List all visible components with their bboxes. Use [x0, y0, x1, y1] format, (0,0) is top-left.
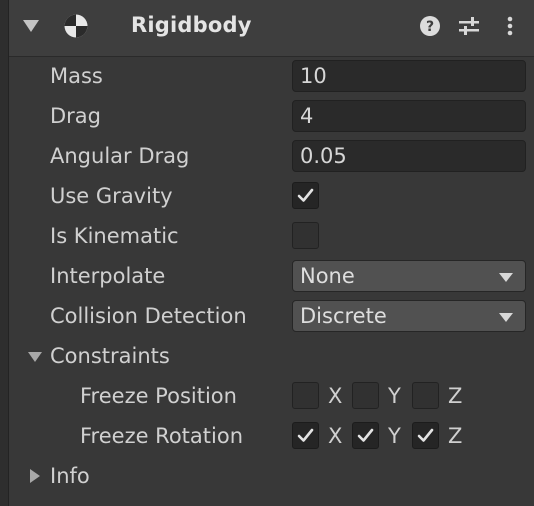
use-gravity-checkbox[interactable]: [292, 182, 319, 209]
freeze-position-y-checkbox[interactable]: [352, 382, 379, 409]
checkmark-icon: [417, 428, 434, 442]
mass-field[interactable]: 10: [292, 60, 526, 92]
rigidbody-icon: [63, 13, 89, 39]
component-title: Rigidbody: [131, 13, 252, 37]
chevron-down-icon: [499, 313, 513, 322]
freeze-rotation-label: Freeze Rotation: [80, 424, 244, 448]
drag-field[interactable]: 4: [292, 100, 526, 132]
constraints-label[interactable]: Constraints: [50, 344, 170, 368]
drag-value: 4: [300, 104, 314, 128]
rigidbody-inspector: Rigidbody ? Mass 10 Drag 4 Angular Drag …: [0, 0, 534, 506]
mass-label: Mass: [50, 64, 103, 88]
interpolate-label: Interpolate: [50, 264, 166, 288]
checkmark-icon: [297, 188, 314, 202]
freeze-position-z-label: Z: [448, 384, 463, 408]
freeze-position-label: Freeze Position: [80, 384, 237, 408]
freeze-rotation-y-checkbox[interactable]: [352, 422, 379, 449]
freeze-rotation-x-checkbox[interactable]: [292, 422, 319, 449]
constraints-foldout-icon[interactable]: [28, 352, 42, 362]
freeze-position-x-checkbox[interactable]: [292, 382, 319, 409]
checkmark-icon: [297, 428, 314, 442]
freeze-rotation-y-label: Y: [388, 424, 401, 448]
collision-detection-value: Discrete: [300, 304, 387, 328]
freeze-position-y-label: Y: [388, 384, 401, 408]
collision-detection-label: Collision Detection: [50, 304, 247, 328]
info-foldout-icon[interactable]: [30, 469, 40, 483]
use-gravity-label: Use Gravity: [50, 184, 173, 208]
chevron-down-icon: [499, 273, 513, 282]
mass-value: 10: [300, 64, 327, 88]
interpolate-value: None: [300, 264, 355, 288]
svg-text:?: ?: [426, 19, 434, 35]
freeze-position-z-checkbox[interactable]: [412, 382, 439, 409]
is-kinematic-label: Is Kinematic: [50, 224, 179, 248]
is-kinematic-checkbox[interactable]: [292, 222, 319, 249]
angular-drag-value: 0.05: [300, 144, 347, 168]
info-label[interactable]: Info: [50, 464, 90, 488]
freeze-position-x-label: X: [328, 384, 343, 408]
collision-detection-dropdown[interactable]: Discrete: [292, 300, 526, 332]
freeze-rotation-z-checkbox[interactable]: [412, 422, 439, 449]
checkmark-icon: [357, 428, 374, 442]
angular-drag-label: Angular Drag: [50, 144, 190, 168]
freeze-rotation-z-label: Z: [448, 424, 463, 448]
help-icon[interactable]: ?: [419, 15, 441, 37]
component-header[interactable]: Rigidbody ?: [9, 0, 534, 57]
freeze-rotation-x-label: X: [328, 424, 343, 448]
drag-label: Drag: [50, 104, 102, 128]
preset-icon[interactable]: [458, 15, 480, 37]
more-options-icon[interactable]: [499, 15, 521, 37]
angular-drag-field[interactable]: 0.05: [292, 140, 526, 172]
interpolate-dropdown[interactable]: None: [292, 260, 526, 292]
inspector-left-border: [0, 0, 9, 506]
component-foldout-arrow-icon[interactable]: [23, 20, 39, 32]
